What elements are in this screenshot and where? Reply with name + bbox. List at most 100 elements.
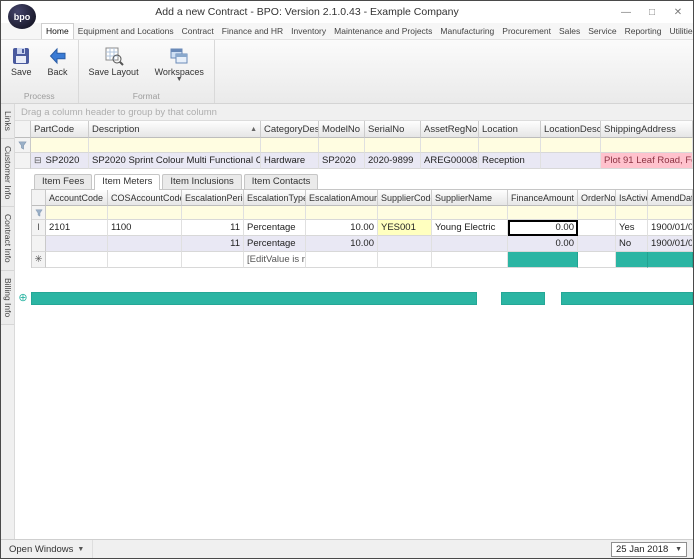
sidebar-tab-links[interactable]: Links (1, 104, 14, 139)
cell-accountcode[interactable] (46, 236, 108, 252)
filter-cell-amenddate[interactable] (648, 206, 693, 220)
filter-cell-financeamount[interactable] (508, 206, 578, 220)
column-header-partcode[interactable]: PartCode (31, 121, 89, 138)
cell-escalationperiod[interactable]: 11 (182, 236, 244, 252)
master-cell-locationdesc[interactable] (541, 153, 601, 169)
filter-cell-escalationamount[interactable] (306, 206, 378, 220)
master-cell-partcode[interactable]: ⊟SP2020 (31, 153, 89, 169)
back-button[interactable]: Back (41, 42, 75, 79)
cell-orderno[interactable] (578, 220, 616, 236)
cell-escalationamount[interactable]: 10.00 (306, 236, 378, 252)
filter-cell-shippingaddress[interactable] (601, 138, 693, 153)
save-button[interactable]: Save (4, 42, 39, 79)
filter-cell-modelno[interactable] (319, 138, 365, 153)
cell-isactive[interactable]: Yes (616, 220, 648, 236)
append-row-cells[interactable] (501, 292, 545, 305)
cell-orderno[interactable] (578, 236, 616, 252)
ribbon-tab-contract[interactable]: Contract (178, 24, 218, 39)
ribbon-tab-sales[interactable]: Sales (555, 24, 584, 39)
filter-cell-accountcode[interactable] (46, 206, 108, 220)
date-picker[interactable]: 25 Jan 2018 ▼ (611, 542, 687, 557)
column-header-escalationtype[interactable]: EscalationType (244, 190, 306, 206)
column-header-escalationamount[interactable]: EscalationAmount (306, 190, 378, 206)
cell-financeamount-focused[interactable]: 0.00 (508, 220, 578, 236)
cell-suppliercode[interactable]: YES001 (378, 220, 432, 236)
column-header-modelno[interactable]: ModelNo (319, 121, 365, 138)
column-header-locationdesc[interactable]: LocationDesc (541, 121, 601, 138)
ribbon-tab-home[interactable]: Home (41, 23, 74, 39)
cell-orderno[interactable] (578, 252, 616, 268)
cell-escalationamount[interactable] (306, 252, 378, 268)
cell-accountcode[interactable]: 2101 (46, 220, 108, 236)
cell-financeamount[interactable]: 0.00 (508, 236, 578, 252)
open-windows-button[interactable]: Open Windows ▼ (1, 540, 93, 558)
cell-escalationtype-null[interactable]: [EditValue is null] (244, 252, 306, 268)
master-cell-assetregno[interactable]: AREG000083 (421, 153, 479, 169)
cell-amenddate[interactable]: 1900/01/01 (648, 236, 693, 252)
cell-suppliername[interactable] (432, 252, 508, 268)
cell-escalationamount[interactable]: 10.00 (306, 220, 378, 236)
master-cell-description[interactable]: SP2020 Sprint Colour Multi Functional Co… (89, 153, 261, 169)
cell-amenddate[interactable] (648, 252, 693, 268)
minimize-button[interactable]: — (613, 3, 639, 21)
master-cell-modelno[interactable]: SP2020 (319, 153, 365, 169)
ribbon-tab-service[interactable]: Service (584, 24, 620, 39)
sidebar-tab-customer-info[interactable]: Customer Info (1, 139, 14, 207)
tab-item-contacts[interactable]: Item Contacts (244, 174, 319, 189)
date-dropdown-icon[interactable]: ▼ (675, 546, 682, 553)
filter-cell-partcode[interactable] (31, 138, 89, 153)
append-row-cells[interactable] (31, 292, 477, 305)
cell-escalationperiod[interactable] (182, 252, 244, 268)
ribbon-tab-maintenance-and-projects[interactable]: Maintenance and Projects (330, 24, 436, 39)
column-header-orderno[interactable]: OrderNo (578, 190, 616, 206)
append-row-icon[interactable]: ⊕ (15, 292, 31, 305)
column-header-assetregno[interactable]: AssetRegNo (421, 121, 479, 138)
ribbon-tab-procurement[interactable]: Procurement (498, 24, 555, 39)
cell-escalationtype[interactable]: Percentage (244, 236, 306, 252)
group-by-panel[interactable]: Drag a column header to group by that co… (15, 104, 693, 121)
cell-accountcode[interactable] (46, 252, 108, 268)
cell-cosaccountcode[interactable] (108, 252, 182, 268)
filter-cell-cosaccountcode[interactable] (108, 206, 182, 220)
cell-isactive[interactable] (616, 252, 648, 268)
filter-cell-escalationperiod[interactable] (182, 206, 244, 220)
ribbon-tab-finance-and-hr[interactable]: Finance and HR (218, 24, 287, 39)
column-header-financeamount[interactable]: FinanceAmount (508, 190, 578, 206)
close-button[interactable]: ✕ (665, 3, 691, 21)
cell-cosaccountcode[interactable]: 1100 (108, 220, 182, 236)
ribbon-tab-manufacturing[interactable]: Manufacturing (436, 24, 498, 39)
collapse-detail-icon[interactable]: ⊟ (34, 155, 42, 166)
cell-escalationperiod[interactable]: 11 (182, 220, 244, 236)
column-header-suppliername[interactable]: SupplierName (432, 190, 508, 206)
workspaces-button[interactable]: Workspaces ▼ (148, 42, 211, 84)
cell-suppliercode[interactable] (378, 252, 432, 268)
filter-cell-description[interactable] (89, 138, 261, 153)
tab-item-fees[interactable]: Item Fees (34, 174, 92, 189)
filter-cell-orderno[interactable] (578, 206, 616, 220)
cell-cosaccountcode[interactable] (108, 236, 182, 252)
filter-cell-location[interactable] (479, 138, 541, 153)
filter-cell-locationdesc[interactable] (541, 138, 601, 153)
sidebar-tab-contract-info[interactable]: Contract Info (1, 207, 14, 271)
tab-item-meters[interactable]: Item Meters (94, 174, 160, 190)
ribbon-tab-inventory[interactable]: Inventory (287, 24, 330, 39)
filter-cell-escalationtype[interactable] (244, 206, 306, 220)
column-header-accountcode[interactable]: AccountCode (46, 190, 108, 206)
column-header-categorydesc[interactable]: CategoryDesc (261, 121, 319, 138)
cell-suppliercode[interactable] (378, 236, 432, 252)
column-header-description[interactable]: Description▲ (89, 121, 261, 138)
column-header-serialno[interactable]: SerialNo (365, 121, 421, 138)
filter-cell-categorydesc[interactable] (261, 138, 319, 153)
cell-amenddate[interactable]: 1900/01/01 (648, 220, 693, 236)
save-layout-button[interactable]: Save Layout (82, 42, 146, 79)
column-header-shippingaddress[interactable]: ShippingAddress (601, 121, 693, 138)
master-cell-serialno[interactable]: 2020-9899 (365, 153, 421, 169)
column-header-suppliercode[interactable]: SupplierCode (378, 190, 432, 206)
filter-cell-isactive[interactable] (616, 206, 648, 220)
tab-item-inclusions[interactable]: Item Inclusions (162, 174, 241, 189)
column-header-escalationperiod[interactable]: EscalationPeriod (182, 190, 244, 206)
filter-cell-suppliername[interactable] (432, 206, 508, 220)
column-header-cosaccountcode[interactable]: COSAccountCode (108, 190, 182, 206)
ribbon-tab-utilities[interactable]: Utilities (665, 24, 693, 39)
cell-financeamount[interactable] (508, 252, 578, 268)
